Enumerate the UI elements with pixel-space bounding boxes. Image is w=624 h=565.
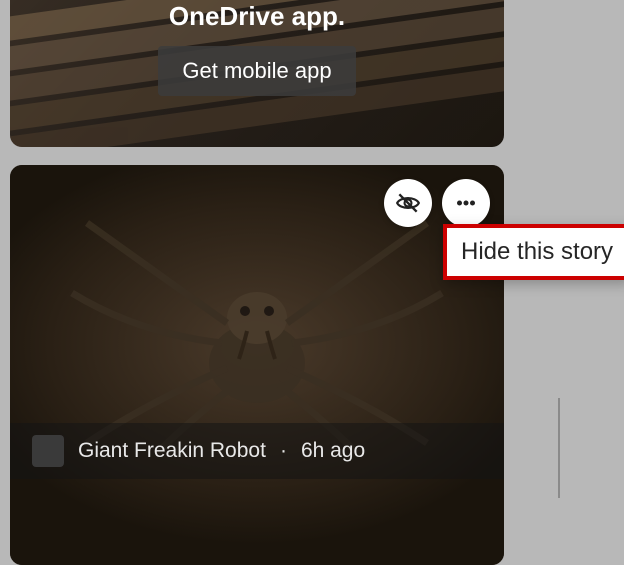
story-meta: Giant Freakin Robot · 6h ago (10, 423, 504, 479)
scrollbar[interactable] (558, 398, 560, 498)
story-age: 6h ago (301, 439, 365, 463)
spider-illustration (67, 213, 447, 453)
news-story-card[interactable]: Giant Freakin Robot · 6h ago (10, 165, 504, 565)
onedrive-promo-card: OneDrive app. Get mobile app (10, 0, 504, 147)
hide-story-button[interactable] (384, 179, 432, 227)
source-icon (32, 435, 64, 467)
promo-title: OneDrive app. (169, 1, 345, 32)
get-mobile-app-button[interactable]: Get mobile app (158, 46, 355, 96)
more-icon (453, 190, 479, 216)
hide-story-tooltip: Hide this story (443, 224, 624, 280)
meta-separator: · (280, 439, 287, 463)
source-name: Giant Freakin Robot (78, 439, 266, 463)
hide-icon (395, 190, 421, 216)
story-action-row (384, 179, 490, 227)
more-options-button[interactable] (442, 179, 490, 227)
